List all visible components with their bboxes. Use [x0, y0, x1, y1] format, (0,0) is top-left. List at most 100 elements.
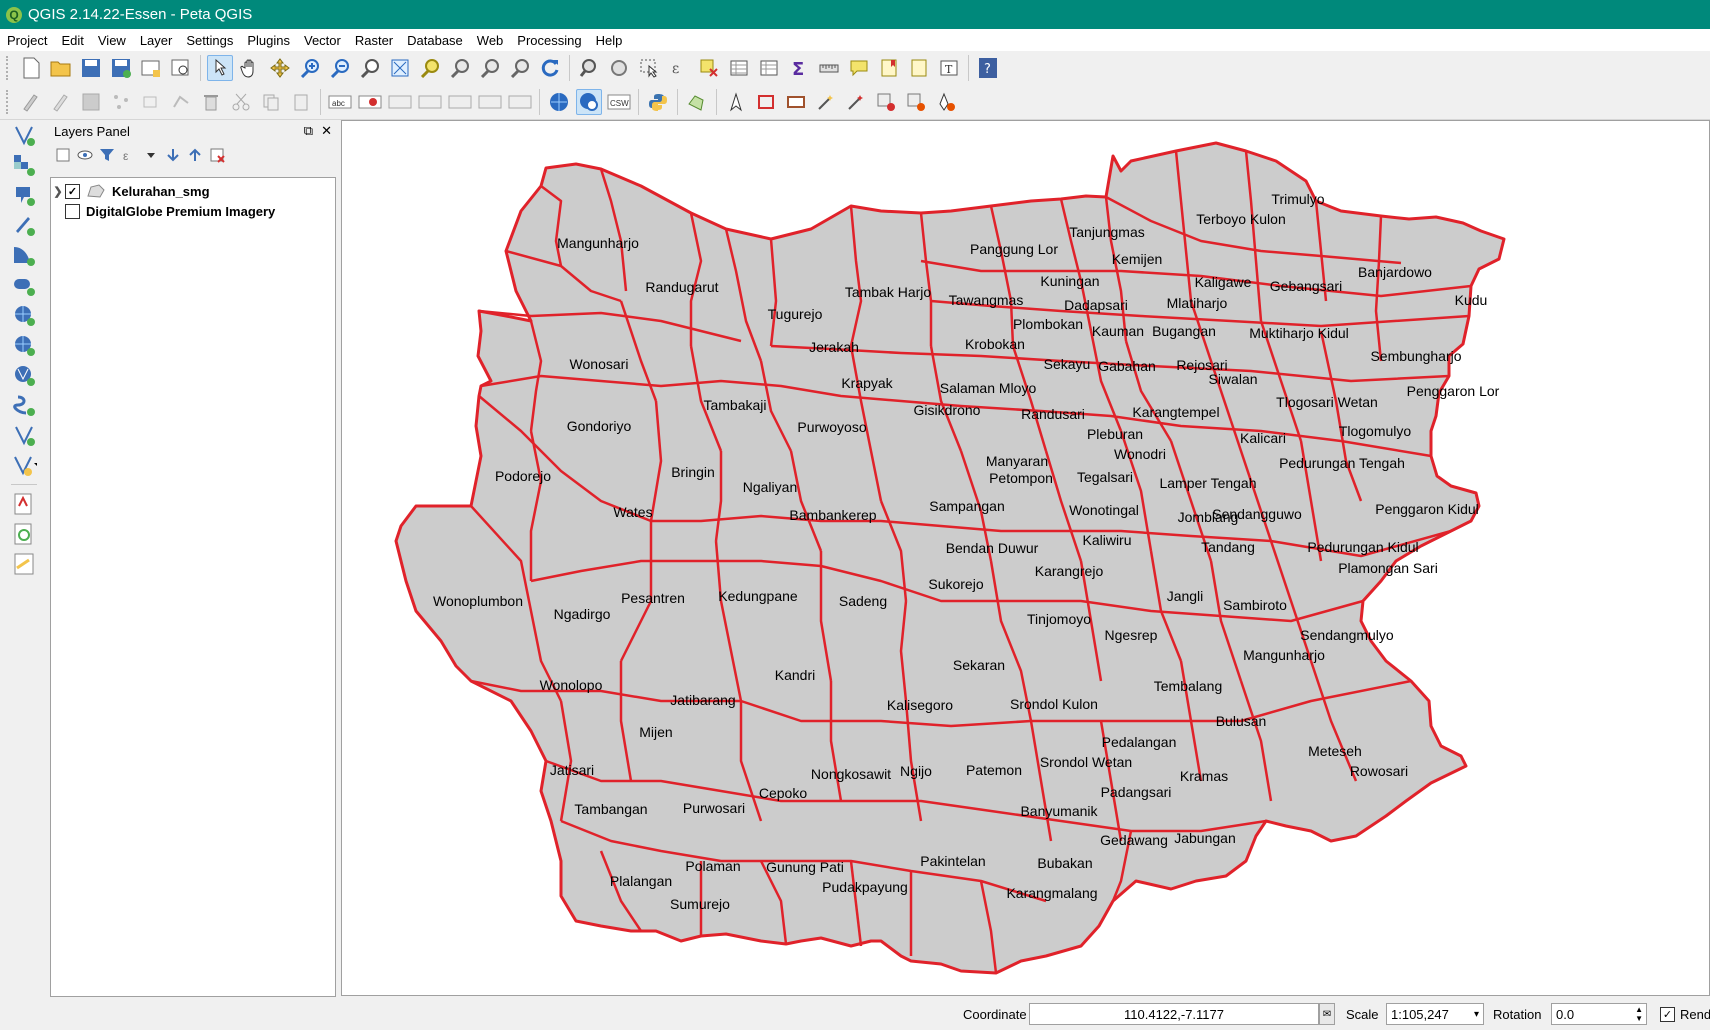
- layer-row[interactable]: DigitalGlobe Premium Imagery: [51, 201, 335, 221]
- zoom-last-icon[interactable]: [477, 55, 503, 81]
- rectangle-select-icon[interactable]: [753, 89, 779, 115]
- float-panel-icon[interactable]: ⧉: [304, 123, 313, 139]
- measure-line-icon[interactable]: [816, 55, 842, 81]
- help-icon[interactable]: ?: [975, 55, 1001, 81]
- coordinate-field[interactable]: 110.4122,-7.1177: [1029, 1003, 1319, 1025]
- pin-labels-icon[interactable]: [357, 89, 383, 115]
- new-print-composer-icon[interactable]: [138, 55, 164, 81]
- save-edits-icon[interactable]: [78, 89, 104, 115]
- delete-selected-icon[interactable]: [198, 89, 224, 115]
- collapse-all-icon[interactable]: [186, 146, 204, 164]
- change-label-icon[interactable]: [507, 89, 533, 115]
- action-icon[interactable]: [606, 55, 632, 81]
- current-edits-icon[interactable]: [18, 89, 44, 115]
- zoom-next-icon[interactable]: [507, 55, 533, 81]
- csw-icon[interactable]: CSW: [606, 89, 632, 115]
- python-console-icon[interactable]: [645, 89, 671, 115]
- add-wfs-layer-icon[interactable]: [11, 392, 37, 418]
- new-project-icon[interactable]: [18, 55, 44, 81]
- refresh-icon[interactable]: [537, 55, 563, 81]
- pan-map-icon[interactable]: [267, 55, 293, 81]
- add-mssql-layer-icon[interactable]: [11, 242, 37, 268]
- edit-metadata-icon[interactable]: [11, 551, 37, 577]
- zoom-native-icon[interactable]: [357, 55, 383, 81]
- node-tool-icon[interactable]: [168, 89, 194, 115]
- deselect-all-icon[interactable]: [696, 55, 722, 81]
- layer-row[interactable]: ❯ ✓ Kelurahan_smg: [51, 181, 335, 201]
- toolbar-grip[interactable]: [6, 90, 12, 114]
- north-arrow-icon[interactable]: [723, 89, 749, 115]
- expand-all-icon[interactable]: [164, 146, 182, 164]
- map-tips-icon[interactable]: [846, 55, 872, 81]
- move-feature-icon[interactable]: [138, 89, 164, 115]
- layer-visibility-checkbox[interactable]: ✓: [65, 183, 80, 199]
- pan-hand-icon[interactable]: [237, 55, 263, 81]
- zoom-in-icon[interactable]: [297, 55, 323, 81]
- filter-legend-icon[interactable]: [98, 146, 116, 164]
- refresh-layer-icon[interactable]: [11, 521, 37, 547]
- map-svg[interactable]: Mangunharjo Randugarut Tugurejo Jerakah Tamb…: [342, 121, 1709, 995]
- metasearch-icon[interactable]: [546, 89, 572, 115]
- map-canvas[interactable]: Mangunharjo Randugarut Tugurejo Jerakah Tamb…: [341, 120, 1710, 996]
- show-bookmarks-icon[interactable]: [906, 55, 932, 81]
- zoom-selection-icon[interactable]: [417, 55, 443, 81]
- new-shapefile-icon[interactable]: [11, 452, 37, 478]
- add-spatialite-layer-icon[interactable]: [11, 212, 37, 238]
- highlight-pinned-icon[interactable]: [387, 89, 413, 115]
- add-raster-layer-icon[interactable]: [11, 152, 37, 178]
- add-vector-layer-icon[interactable]: [11, 122, 37, 148]
- open-project-icon[interactable]: [48, 55, 74, 81]
- rotation-field[interactable]: 0.0 ▲ ▼: [1551, 1003, 1647, 1025]
- expand-arrow-icon[interactable]: ❯: [51, 185, 65, 198]
- pin-location-icon[interactable]: [933, 89, 959, 115]
- filter-expression-icon[interactable]: ε: [120, 146, 138, 164]
- field-calculator-icon[interactable]: [756, 55, 782, 81]
- magic-wand-icon[interactable]: [813, 89, 839, 115]
- zoom-full-icon[interactable]: [387, 55, 413, 81]
- menu-view[interactable]: View: [91, 33, 133, 48]
- eye-visibility-icon[interactable]: [76, 146, 94, 164]
- add-wcs-layer-icon[interactable]: [11, 362, 37, 388]
- toggle-editing-icon[interactable]: [48, 89, 74, 115]
- toolbar-grip[interactable]: [6, 56, 12, 80]
- spinner-arrows-icon[interactable]: ▲ ▼: [1635, 1005, 1646, 1023]
- layer-labeling-icon[interactable]: abc: [327, 89, 353, 115]
- zoom-out-icon[interactable]: [327, 55, 353, 81]
- menu-settings[interactable]: Settings: [179, 33, 240, 48]
- zoom-layer-icon[interactable]: [447, 55, 473, 81]
- menu-vector[interactable]: Vector: [297, 33, 348, 48]
- mouse-pointer-toggle-icon[interactable]: ✉: [1319, 1003, 1335, 1025]
- rotate-label-icon[interactable]: [477, 89, 503, 115]
- add-postgis-layer-icon[interactable]: [11, 182, 37, 208]
- copy-features-icon[interactable]: [258, 89, 284, 115]
- add-wms-layer-icon[interactable]: [11, 332, 37, 358]
- pan-to-selection-icon[interactable]: [207, 55, 233, 81]
- menu-help[interactable]: Help: [589, 33, 630, 48]
- add-feature-icon[interactable]: [108, 89, 134, 115]
- menu-edit[interactable]: Edit: [54, 33, 90, 48]
- composer-manager-icon[interactable]: [168, 55, 194, 81]
- show-hide-labels-icon[interactable]: [417, 89, 443, 115]
- map-frame-icon[interactable]: [783, 89, 809, 115]
- identify-icon[interactable]: [576, 55, 602, 81]
- menu-layer[interactable]: Layer: [133, 33, 180, 48]
- save-project-icon[interactable]: [78, 55, 104, 81]
- text-annotation-icon[interactable]: T: [936, 55, 962, 81]
- save-as-icon[interactable]: [108, 55, 134, 81]
- add-oracle-layer-icon[interactable]: [11, 302, 37, 328]
- field-calculator-side-icon[interactable]: [11, 491, 37, 517]
- menu-raster[interactable]: Raster: [348, 33, 400, 48]
- dropdown-arrow-icon[interactable]: [142, 146, 160, 164]
- statistics-sigma-icon[interactable]: Σ: [786, 55, 812, 81]
- move-label-icon[interactable]: [447, 89, 473, 115]
- scale-field[interactable]: 1:105,247 ▾: [1386, 1003, 1484, 1025]
- metasearch-results-icon[interactable]: [576, 89, 602, 115]
- remove-layer-icon[interactable]: [208, 146, 226, 164]
- menu-project[interactable]: Project: [0, 33, 54, 48]
- attribute-table-icon[interactable]: [726, 55, 752, 81]
- select-by-expression-icon[interactable]: ε: [666, 55, 692, 81]
- close-panel-icon[interactable]: ✕: [321, 123, 332, 139]
- menu-database[interactable]: Database: [400, 33, 470, 48]
- layer-visibility-checkbox[interactable]: [65, 203, 80, 219]
- chevron-down-icon[interactable]: ▾: [1474, 1009, 1483, 1020]
